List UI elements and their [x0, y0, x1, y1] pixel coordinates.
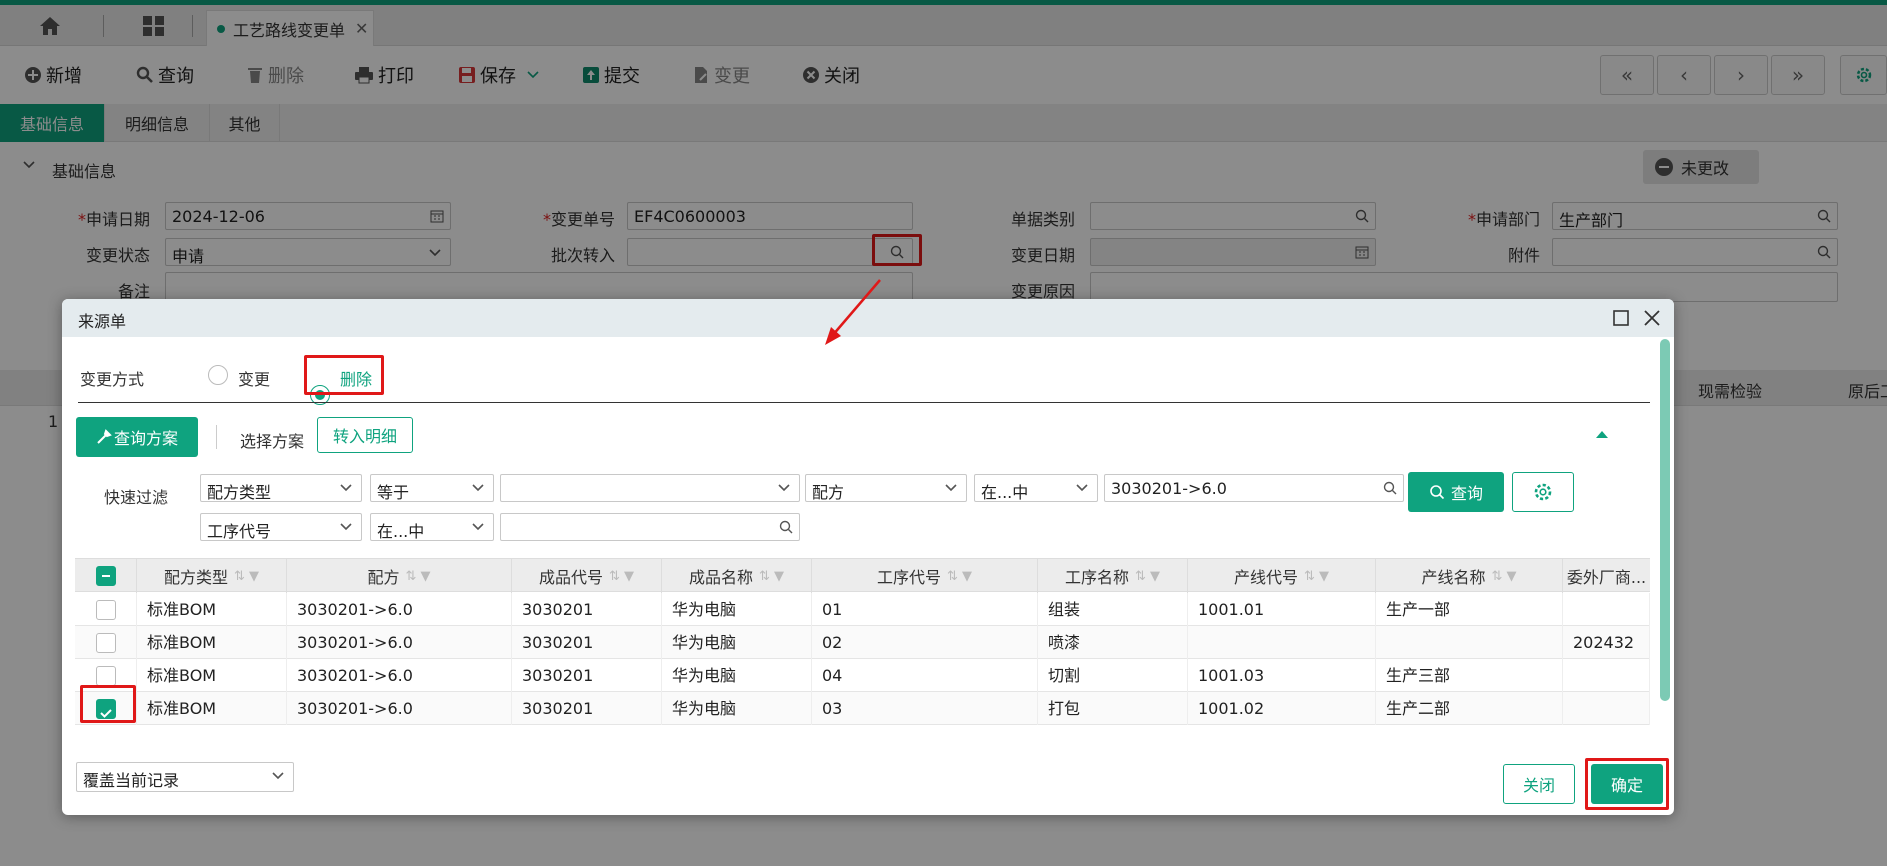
- annotation-arrow: [825, 279, 881, 345]
